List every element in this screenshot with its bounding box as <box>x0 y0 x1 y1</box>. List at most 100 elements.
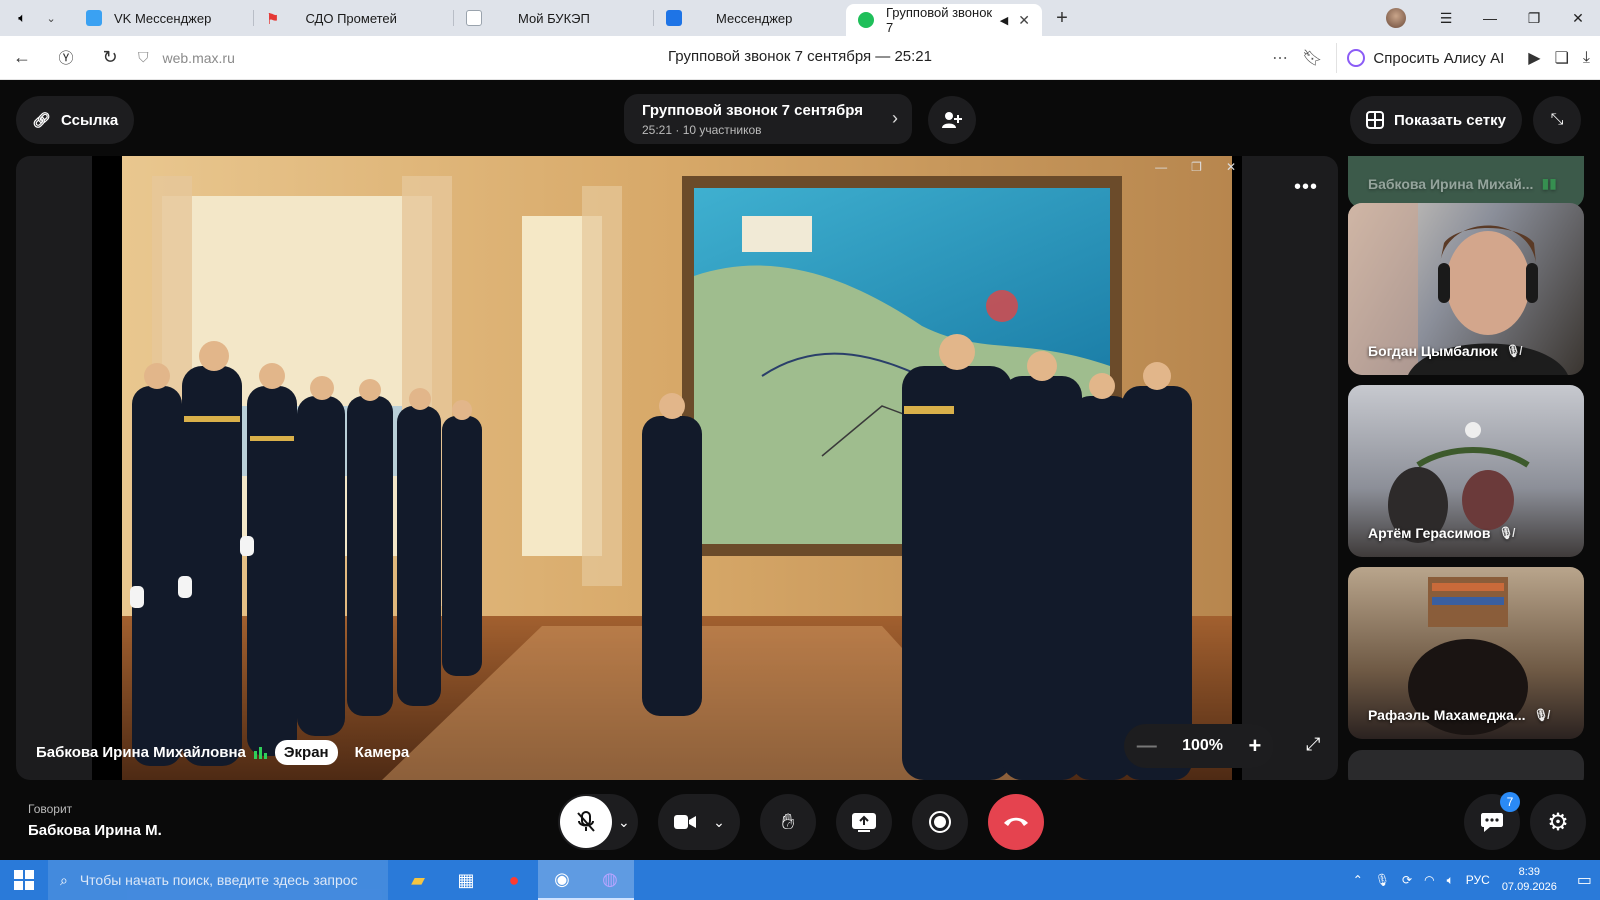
speaking-indicator-icon <box>253 746 267 759</box>
shared-screen[interactable]: — ❐ ✕ <box>92 156 1242 780</box>
record-icon <box>929 811 951 833</box>
chevron-down-icon[interactable]: ⌄ <box>47 12 56 25</box>
collapse-button[interactable]: ⤡ <box>1533 96 1581 144</box>
tab-messenger[interactable]: Мессенджер <box>654 0 846 36</box>
settings-button[interactable]: ⚙︎ <box>1530 794 1586 850</box>
speaker-icon[interactable]: 🔈︎ <box>18 10 26 26</box>
menu-icon[interactable]: ☰ <box>1424 10 1468 27</box>
more-options-icon[interactable]: ••• <box>1294 176 1318 199</box>
raise-hand-button[interactable]: ✋︎ <box>760 794 816 850</box>
tab-audio-icon[interactable]: ◀︎ <box>1000 14 1008 27</box>
mic-off-icon: 🎙︎̸ <box>1533 708 1549 722</box>
yandex-browser-icon[interactable]: ◉ <box>538 860 586 900</box>
tab-moy-bukep[interactable]: Мой БУКЭП <box>454 0 654 36</box>
back-icon[interactable]: ← <box>0 47 44 68</box>
tab-vk-messenger[interactable]: VK Мессенджер <box>74 0 254 36</box>
zoom-in-icon[interactable]: + <box>1248 733 1261 759</box>
video-icon[interactable]: ▶︎ <box>1528 48 1540 68</box>
zoom-level: 100% <box>1182 737 1224 754</box>
url-field[interactable]: web.max.ru <box>163 50 235 66</box>
taskbar-apps: ▰ ▦ ● ◉ ◍ <box>394 860 634 900</box>
system-tray: ⌃ 🎙︎ ⟳ ◠ 🔈︎ РУС 8:39 07.09.2026 ▭ <box>1353 860 1592 900</box>
zoom-out-icon[interactable]: — <box>1137 735 1157 758</box>
show-grid-button[interactable]: Показать сетку <box>1350 96 1522 144</box>
start-button[interactable] <box>0 860 48 900</box>
participant-tile[interactable] <box>1348 750 1584 780</box>
chat-unread-badge: 7 <box>1500 792 1520 812</box>
flag-icon: ⚑ <box>266 11 280 28</box>
sharer-tag: Бабкова Ирина Михайловна Экран Камера <box>36 740 418 765</box>
participant-tile[interactable]: Богдан Цымбалюк 🎙︎̸ <box>1348 203 1584 375</box>
zoom-control: — 100% + <box>1124 724 1274 768</box>
close-tab-icon[interactable]: ✕ <box>1018 12 1030 29</box>
minimize-icon[interactable]: — <box>1155 160 1167 174</box>
messenger-icon <box>666 10 682 26</box>
camera-icon <box>674 815 697 829</box>
alice-button[interactable]: Спросить Алису AI <box>1336 43 1514 73</box>
language-indicator[interactable]: РУС <box>1466 873 1490 887</box>
windows-icon <box>14 870 34 890</box>
minimize-icon[interactable]: — <box>1468 10 1512 26</box>
collections-icon[interactable]: ❏ <box>1555 48 1569 68</box>
notifications-icon[interactable]: ▭ <box>1577 870 1592 890</box>
source-screen-button[interactable]: Экран <box>274 740 338 765</box>
document-icon <box>466 10 482 26</box>
call-subtitle: 25:21 · 10 участников <box>642 122 762 137</box>
chevron-down-icon[interactable]: ⌄ <box>713 814 725 831</box>
call-info[interactable]: Групповой звонок 7 сентября 25:21 · 10 у… <box>624 94 912 144</box>
source-camera-button[interactable]: Камера <box>346 740 419 765</box>
store-icon[interactable]: ▦ <box>442 860 490 900</box>
chevron-up-icon[interactable]: ⌃ <box>1353 873 1363 887</box>
bookmark-icon[interactable]: 🔖︎ <box>1302 48 1322 68</box>
yandex-icon[interactable]: Ⓨ <box>44 47 88 68</box>
add-participant-button[interactable] <box>928 96 976 144</box>
file-explorer-icon[interactable]: ▰ <box>394 860 442 900</box>
volume-icon[interactable]: 🔈︎ <box>1447 873 1454 888</box>
speaking-indicator-icon: ▮▮ <box>1541 175 1557 191</box>
hang-up-icon <box>1004 817 1028 826</box>
call-app: 🔗︎ Ссылка Групповой звонок 7 сентября 25… <box>0 80 1600 860</box>
yandex-app-icon[interactable]: ● <box>490 860 538 900</box>
clock[interactable]: 8:39 07.09.2026 <box>1502 865 1557 895</box>
address-bar-actions: ⋯ 🔖︎ Спросить Алису AI ▶︎ ❏ ⤓ <box>1272 36 1590 80</box>
new-tab-button[interactable]: + <box>1048 4 1076 32</box>
camera-control[interactable]: ⌄ <box>658 794 740 850</box>
chat-icon <box>1481 813 1503 832</box>
mic-control: ⌄ <box>558 794 638 850</box>
chevron-down-icon[interactable]: ⌄ <box>618 814 630 831</box>
taskbar-search[interactable]: ⌕ Чтобы начать поиск, введите здесь запр… <box>48 860 388 900</box>
restore-icon[interactable]: ❐ <box>1191 160 1202 174</box>
wifi-icon[interactable]: ◠ <box>1424 873 1434 887</box>
microphone-icon[interactable]: 🎙︎ <box>1375 873 1390 887</box>
participant-tile[interactable]: Артём Герасимов 🎙︎̸ <box>1348 385 1584 557</box>
windows-taskbar: ⌕ Чтобы начать поиск, введите здесь запр… <box>0 860 1600 900</box>
mic-off-icon: 🎙︎̸ <box>1505 344 1521 358</box>
tab-sdo-prometey[interactable]: ⚑ СДО Прометей <box>254 0 454 36</box>
messenger-app-icon[interactable]: ◍ <box>586 860 634 900</box>
close-icon[interactable]: ✕ <box>1226 160 1236 174</box>
address-bar: ← Ⓨ ↻ ⛉ web.max.ru Групповой звонок 7 се… <box>0 36 1600 80</box>
mic-toggle-button[interactable] <box>560 796 612 848</box>
participant-tile[interactable]: Бабкова Ирина Михай... ▮▮ <box>1348 156 1584 208</box>
fullscreen-icon[interactable]: ⤢ <box>1306 734 1320 755</box>
end-call-button[interactable] <box>988 794 1044 850</box>
screen-window-controls: — ❐ ✕ <box>1155 160 1236 174</box>
link-button[interactable]: 🔗︎ Ссылка <box>16 96 135 144</box>
now-speaking: Говорит Бабкова Ирина М. <box>28 802 162 839</box>
sync-icon[interactable]: ⟳ <box>1402 873 1412 887</box>
record-button[interactable] <box>912 794 968 850</box>
close-window-icon[interactable]: ✕ <box>1556 10 1600 27</box>
profile-avatar[interactable] <box>1386 8 1406 28</box>
window-controls: ☰ — ❐ ✕ <box>1386 0 1600 36</box>
hand-icon: ✋︎ <box>781 809 795 834</box>
restore-icon[interactable]: ❐ <box>1512 10 1556 27</box>
participant-tile[interactable]: Рафаэль Махамеджа... 🎙︎̸ <box>1348 567 1584 739</box>
participant-list: Бабкова Ирина Михай... ▮▮ Богдан Цымбалю… <box>1348 156 1584 780</box>
share-screen-button[interactable] <box>836 794 892 850</box>
reload-icon[interactable]: ↻ <box>88 47 132 68</box>
more-icon[interactable]: ⋯ <box>1272 48 1288 68</box>
download-icon[interactable]: ⤓ <box>1583 49 1590 67</box>
grid-icon <box>1366 111 1384 129</box>
tab-group-call[interactable]: Групповой звонок 7 ◀︎ ✕ <box>846 4 1042 36</box>
link-icon: 🔗︎ <box>32 112 52 129</box>
